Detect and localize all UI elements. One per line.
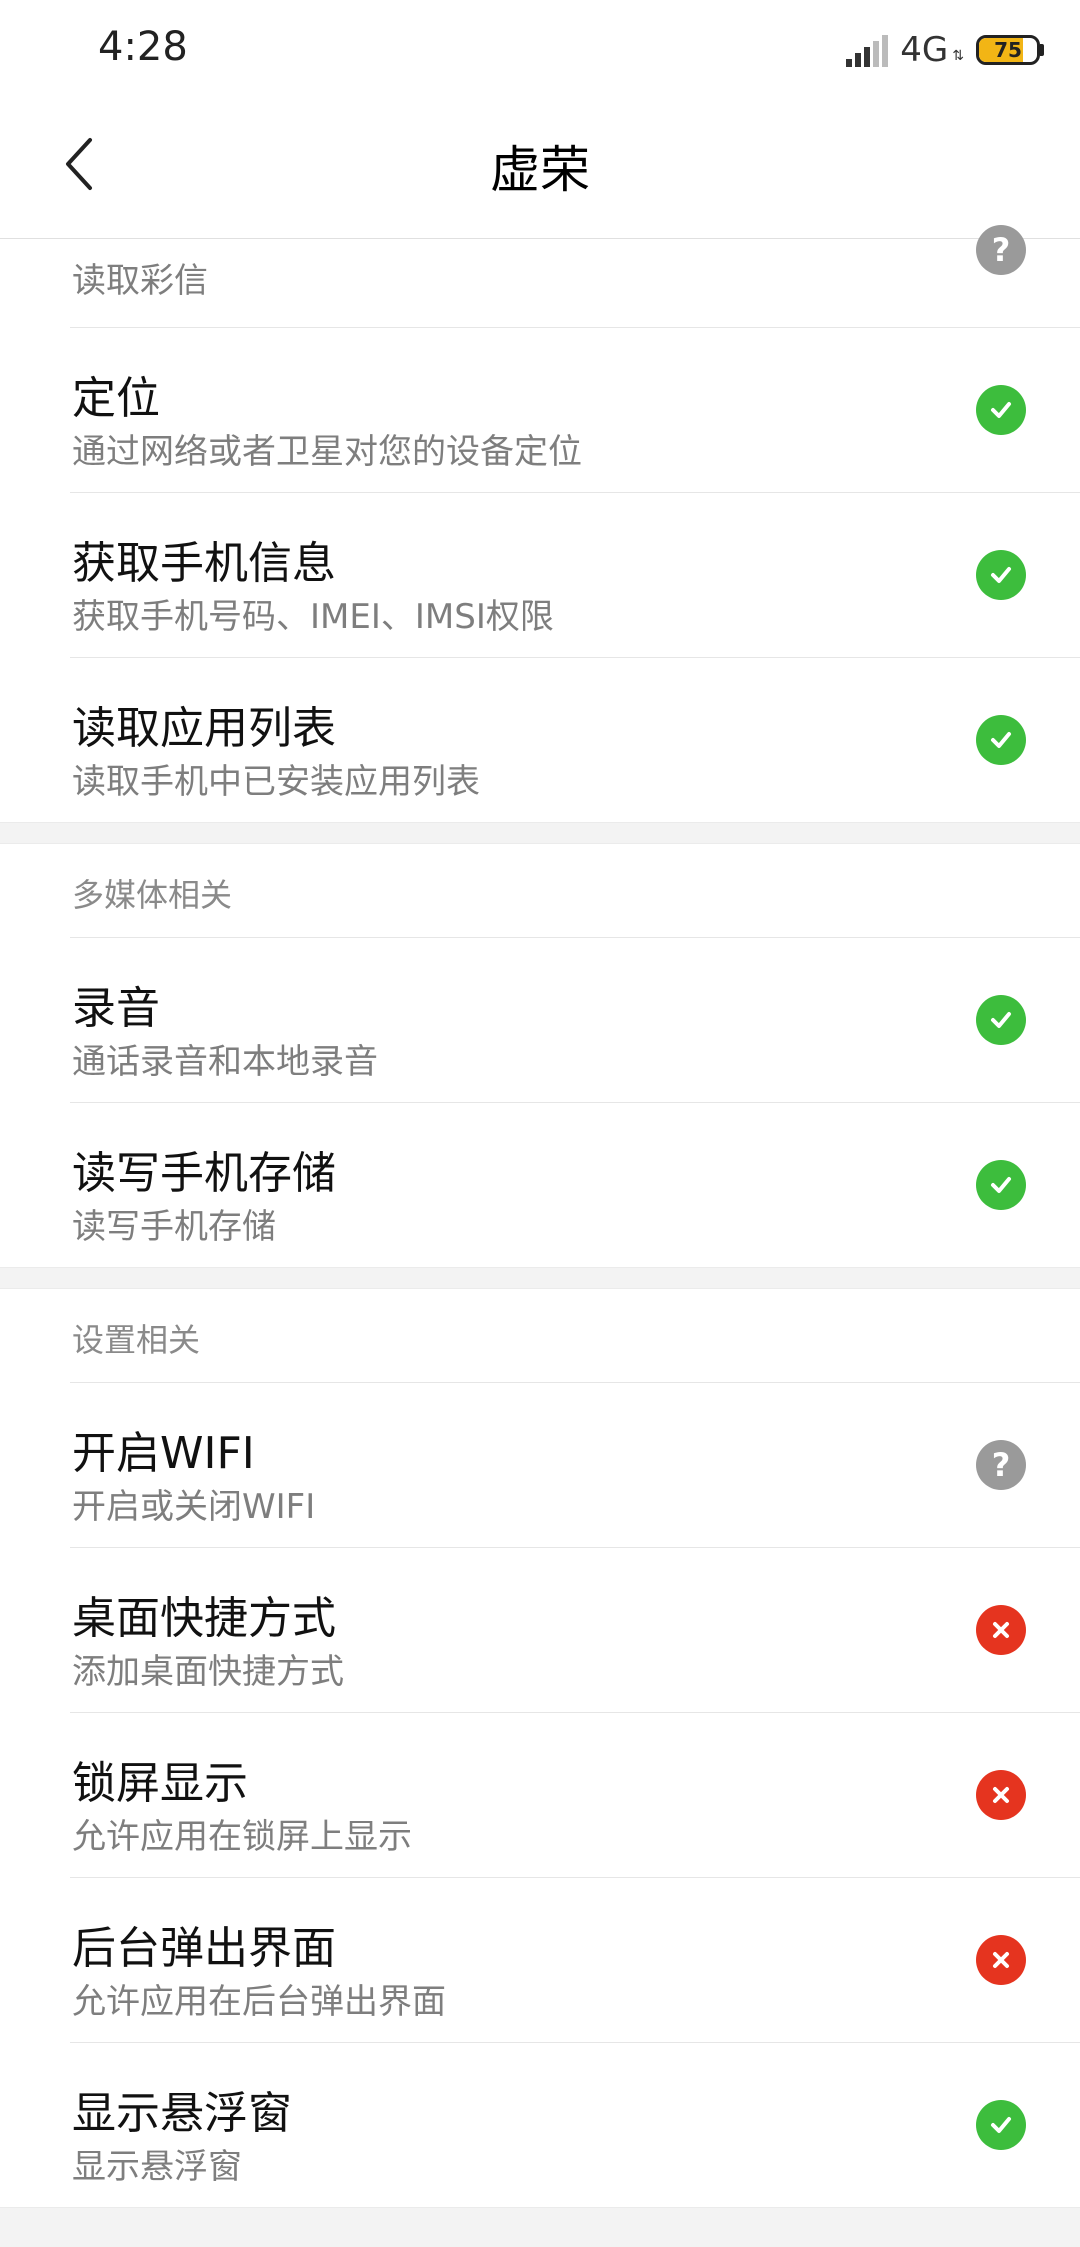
permission-desc: 开启或关闭WIFI xyxy=(72,1487,316,1527)
permission-title: 定位 xyxy=(72,373,160,424)
section-settings: 设置相关 开启WIFI 开启或关闭WIFI? 桌面快捷方式添加桌面快捷方式锁屏显示允… xyxy=(0,1289,1080,2207)
permission-item[interactable]: 锁屏显示允许应用在锁屏上显示 xyxy=(70,1713,1080,1878)
status-time: 4:28 xyxy=(98,24,188,70)
permission-item[interactable]: 后台弹出界面允许应用在后台弹出界面 xyxy=(70,1878,1080,2043)
permission-desc: 读取手机中已安装应用列表 xyxy=(72,762,480,802)
permission-desc: 通话录音和本地录音 xyxy=(72,1042,378,1082)
permission-item[interactable]: 桌面快捷方式添加桌面快捷方式 xyxy=(70,1548,1080,1713)
permission-desc: 获取手机号码、IMEI、IMSI权限 xyxy=(72,597,554,637)
page-title: 虚荣 xyxy=(490,141,590,199)
check-icon[interactable] xyxy=(976,385,1026,435)
permission-desc: 允许应用在锁屏上显示 xyxy=(72,1817,412,1857)
section-header: 设置相关 xyxy=(70,1289,1080,1383)
permission-desc: 读写手机存储 xyxy=(72,1207,276,1247)
cross-icon[interactable] xyxy=(976,1935,1026,1985)
permission-title: 录音 xyxy=(72,983,160,1034)
battery-icon: 75 xyxy=(976,35,1040,65)
section-divider xyxy=(0,822,1080,844)
section-header-label: 设置相关 xyxy=(72,1321,201,1359)
status-bar: 4:28 4G ⇅ 75 xyxy=(0,0,1080,100)
permission-title: 获取手机信息 xyxy=(72,538,336,589)
permission-item[interactable]: 读取应用列表读取手机中已安装应用列表 xyxy=(70,658,1080,822)
permission-item[interactable]: 显示悬浮窗 显示悬浮窗 xyxy=(70,2043,1080,2207)
question-icon[interactable]: ? xyxy=(976,1440,1026,1490)
permission-item[interactable]: 定位通过网络或者卫星对您的设备定位 xyxy=(70,328,1080,493)
permission-title: 锁屏显示 xyxy=(72,1758,248,1809)
permission-list: 读取彩信 ? 定位通过网络或者卫星对您的设备定位获取手机信息获取手机号码、IME… xyxy=(0,225,1080,2247)
permission-desc: 读取彩信 xyxy=(72,261,208,301)
section-divider xyxy=(0,2207,1080,2247)
permission-title: 显示悬浮窗 xyxy=(72,2088,292,2139)
permission-item[interactable]: 录音通话录音和本地录音 xyxy=(70,938,1080,1103)
permission-desc: 通过网络或者卫星对您的设备定位 xyxy=(72,432,582,472)
permission-title: 开启WIFI xyxy=(72,1428,255,1479)
data-arrows-icon: ⇅ xyxy=(952,48,964,64)
check-icon[interactable] xyxy=(976,2100,1026,2150)
section-multimedia: 多媒体相关 录音 通话录音和本地录音 读写手机存储 读写手机存储 xyxy=(0,844,1080,1267)
section-header: 多媒体相关 xyxy=(70,844,1080,938)
section-divider xyxy=(0,1267,1080,1289)
nav-bar: 虚荣 xyxy=(0,100,1080,239)
permission-item[interactable]: 开启WIFI 开启或关闭WIFI? xyxy=(70,1383,1080,1548)
section-general: 读取彩信 ? 定位通过网络或者卫星对您的设备定位获取手机信息获取手机号码、IME… xyxy=(0,225,1080,822)
permission-title: 读取应用列表 xyxy=(72,703,336,754)
check-icon[interactable] xyxy=(976,550,1026,600)
status-indicators: 4G ⇅ 75 xyxy=(846,30,1044,70)
question-icon[interactable]: ? xyxy=(976,225,1026,275)
permission-desc: 添加桌面快捷方式 xyxy=(72,1652,344,1692)
check-icon[interactable] xyxy=(976,1160,1026,1210)
permission-desc: 允许应用在后台弹出界面 xyxy=(72,1982,446,2022)
permission-item[interactable]: 读写手机存储 读写手机存储 xyxy=(70,1103,1080,1267)
battery-level: 75 xyxy=(994,38,1022,62)
permission-item[interactable]: 获取手机信息获取手机号码、IMEI、IMSI权限 xyxy=(70,493,1080,658)
network-type: 4G xyxy=(900,30,949,70)
permission-title: 读写手机存储 xyxy=(72,1148,336,1199)
permission-title: 桌面快捷方式 xyxy=(72,1593,336,1644)
cross-icon[interactable] xyxy=(976,1605,1026,1655)
section-header-label: 多媒体相关 xyxy=(72,876,233,914)
cross-icon[interactable] xyxy=(976,1770,1026,1820)
permission-title: 后台弹出界面 xyxy=(72,1923,336,1974)
permission-item-read-mms[interactable]: 读取彩信 ? xyxy=(70,225,1080,328)
check-icon[interactable] xyxy=(976,715,1026,765)
signal-icon xyxy=(846,33,889,67)
permission-desc: 显示悬浮窗 xyxy=(72,2147,242,2187)
check-icon[interactable] xyxy=(976,995,1026,1045)
